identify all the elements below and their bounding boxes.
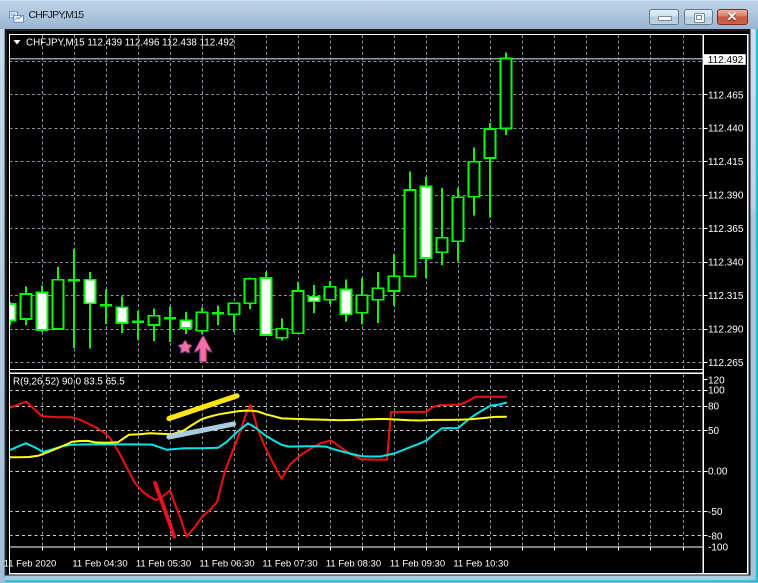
svg-text:112.440: 112.440 (708, 124, 744, 135)
svg-text:11 Feb 06:30: 11 Feb 06:30 (199, 558, 254, 569)
svg-text:11 Feb 05:30: 11 Feb 05:30 (136, 558, 191, 569)
svg-text:-100: -100 (708, 543, 728, 554)
svg-text:11 Feb 2020: 11 Feb 2020 (4, 558, 57, 569)
svg-text:120: 120 (708, 375, 725, 386)
svg-text:11 Feb 08:30: 11 Feb 08:30 (326, 558, 381, 569)
svg-text:112.315: 112.315 (708, 291, 744, 302)
svg-text:50: 50 (708, 426, 720, 437)
svg-text:-80: -80 (708, 531, 723, 542)
svg-text:80: 80 (708, 402, 720, 413)
svg-text:11 Feb 10:30: 11 Feb 10:30 (453, 558, 508, 569)
svg-text:112.365: 112.365 (708, 224, 744, 235)
svg-text:112.390: 112.390 (708, 191, 744, 202)
svg-text:112.265: 112.265 (708, 358, 744, 369)
svg-text:R(9,26,52) 90.0 83.5 65.5: R(9,26,52) 90.0 83.5 65.5 (13, 376, 125, 387)
svg-text:112.290: 112.290 (708, 324, 744, 335)
svg-text:11 Feb 04:30: 11 Feb 04:30 (72, 558, 127, 569)
svg-text:CHFJPY,M15 112.439 112.496 11: CHFJPY,M15 112.439 112.496 112.438 112.4… (26, 37, 234, 48)
svg-text:-50: -50 (708, 507, 723, 518)
svg-text:100: 100 (708, 386, 725, 397)
svg-text:112.415: 112.415 (708, 157, 744, 168)
svg-text:112.465: 112.465 (708, 90, 744, 101)
svg-text:0.00: 0.00 (708, 467, 728, 478)
svg-text:11 Feb 07:30: 11 Feb 07:30 (262, 558, 317, 569)
svg-text:11 Feb 09:30: 11 Feb 09:30 (390, 558, 445, 569)
svg-text:112.492: 112.492 (708, 55, 744, 66)
svg-text:112.340: 112.340 (708, 258, 744, 269)
